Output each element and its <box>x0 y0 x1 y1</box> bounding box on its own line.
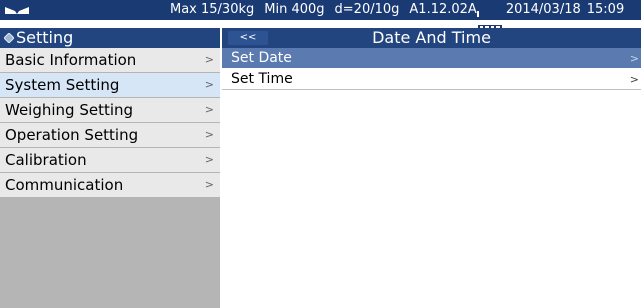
page-title: Date And Time <box>372 28 491 47</box>
sidebar-item-label: Operation Setting <box>5 126 139 144</box>
max-capacity: Max 15/30kg <box>170 2 255 17</box>
chevron-right-icon: > <box>629 52 639 65</box>
sidebar-item-label: System Setting <box>5 76 120 94</box>
main-header: Date And Time << <box>222 28 641 48</box>
status-info: Max 15/30kg Min 400g d=20/10g A1.12.02A … <box>170 0 625 34</box>
status-bar: Max 15/30kg Min 400g d=20/10g A1.12.02A … <box>0 0 641 34</box>
main-list: Set Date > Set Time > <box>222 48 641 90</box>
chevron-right-icon: > <box>204 178 214 191</box>
sidebar-item-system-setting[interactable]: System Setting > <box>0 73 220 97</box>
chevron-right-icon: > <box>204 153 214 166</box>
sidebar-item-calibration[interactable]: Calibration > <box>0 148 220 172</box>
list-item-set-time[interactable]: Set Time > <box>222 69 641 90</box>
sidebar-item-label: Calibration <box>5 151 87 169</box>
sidebar-item-label: Weighing Setting <box>5 101 134 119</box>
chevron-right-icon: > <box>629 73 639 86</box>
list-item-set-date[interactable]: Set Date > <box>222 48 641 69</box>
chevron-right-icon: > <box>204 128 214 141</box>
signal-icon <box>5 7 29 14</box>
sidebar-item-label: Basic Information <box>5 51 137 69</box>
time: 15:09 <box>586 2 625 17</box>
date: 2014/03/18 <box>505 2 581 17</box>
chevron-right-icon: > <box>204 53 214 66</box>
min-capacity: Min 400g <box>264 2 325 17</box>
sidebar: Basic Information > System Setting > Wei… <box>0 48 220 308</box>
sidebar-item-operation-setting[interactable]: Operation Setting > <box>0 123 220 147</box>
sidebar-header: Setting <box>0 28 220 48</box>
sidebar-title: Setting <box>16 28 74 47</box>
chevron-right-icon: > <box>204 103 214 116</box>
sidebar-item-label: Communication <box>5 176 124 194</box>
battery-icon <box>476 4 503 34</box>
sidebar-item-communication[interactable]: Communication > <box>0 173 220 197</box>
sidebar-item-basic-information[interactable]: Basic Information > <box>0 48 220 72</box>
division: d=20/10g <box>334 2 400 17</box>
sidebar-item-weighing-setting[interactable]: Weighing Setting > <box>0 98 220 122</box>
diamond-icon <box>4 33 14 43</box>
list-item-label: Set Time <box>231 71 293 87</box>
back-button[interactable]: << <box>228 31 268 45</box>
firmware-version: A1.12.02A <box>409 2 477 17</box>
list-item-label: Set Date <box>231 50 292 66</box>
chevron-right-icon: > <box>204 78 214 91</box>
